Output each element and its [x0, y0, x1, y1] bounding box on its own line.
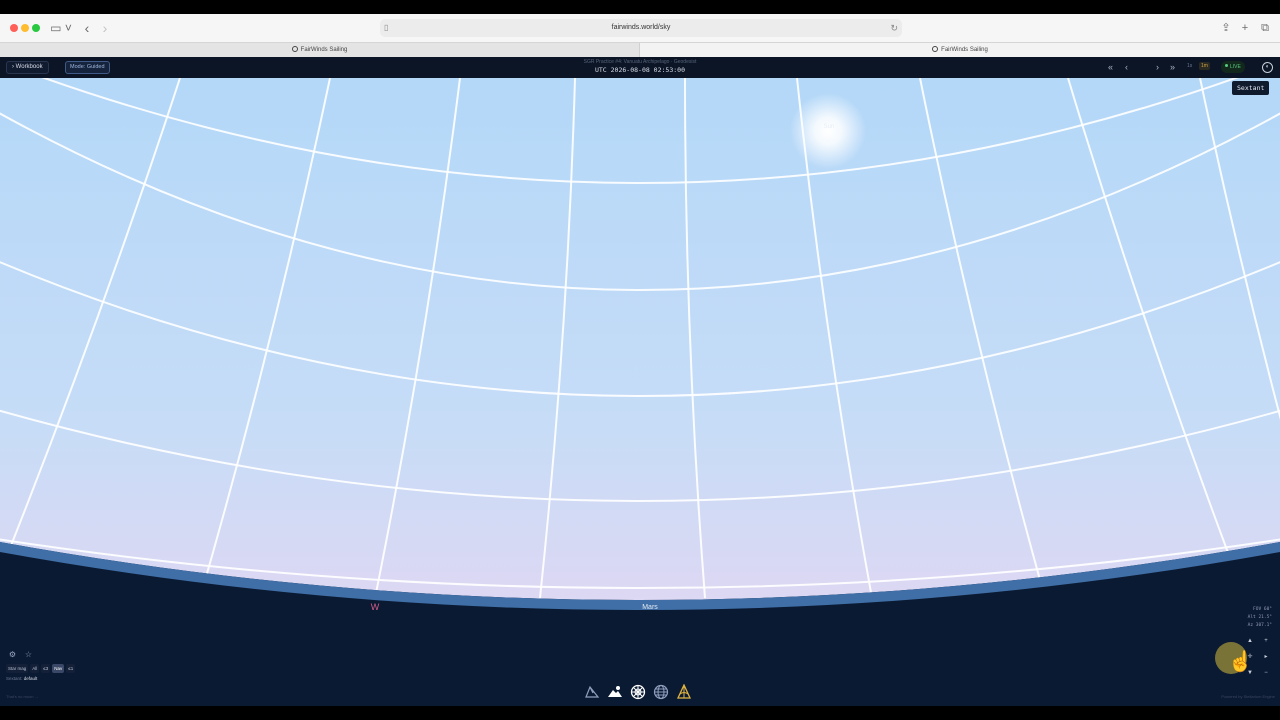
sky-view[interactable]: Sun W Mars — [0, 78, 1280, 706]
live-label: LIVE — [1230, 64, 1241, 70]
zoom-in-icon[interactable]: + — [1261, 636, 1271, 646]
session-title: SGR Practice #4: Vanuatu Archipelago · G… — [583, 59, 697, 65]
new-tab-icon[interactable]: + — [1237, 19, 1253, 37]
tab-favicon-icon — [932, 46, 939, 52]
sextant-status: Sextant: default — [6, 676, 37, 681]
clouds-icon[interactable] — [606, 684, 623, 701]
star-mag-le3[interactable]: ≤3 — [41, 664, 51, 673]
sextant-status-value: default — [23, 676, 38, 681]
zoom-window-button[interactable] — [32, 24, 40, 32]
fov-line: FOV 60° — [1253, 607, 1272, 612]
tab-overview-icon[interactable]: ⧉ — [1257, 19, 1273, 37]
sidebar-toggle-icon[interactable]: ▭ ˅ — [49, 19, 73, 37]
tab-label: FairWinds Sailing — [941, 47, 988, 53]
star-mag-all[interactable]: All — [30, 664, 40, 673]
app-topbar: › Workbook Mode: Guided SGR Practice #4:… — [0, 57, 1280, 129]
star-mag-le1[interactable]: ≤1 — [66, 664, 76, 673]
star-mag-nav[interactable]: Nav — [52, 664, 65, 673]
star-mag-label: Star mag — [6, 664, 29, 673]
url-text: fairwinds.world/sky — [611, 24, 671, 31]
pan-right-icon[interactable]: ▸ — [1261, 652, 1271, 662]
minimize-window-button[interactable] — [21, 24, 29, 32]
step-back-icon[interactable]: ‹ — [1125, 61, 1128, 74]
reload-icon[interactable]: ↻ — [890, 19, 898, 37]
bottom-toolbar — [583, 682, 698, 702]
sky-canvas[interactable]: Sun W Mars — [0, 78, 1280, 706]
favorite-star-icon[interactable]: ☆ — [23, 649, 34, 660]
tab-fairwinds-2[interactable]: FairWinds Sailing — [640, 43, 1280, 57]
tab-label: FairWinds Sailing — [300, 47, 348, 53]
step-forward-icon[interactable]: › — [1156, 61, 1159, 74]
browser-titlebar: ▭ ˅ ‹ › ▯ fairwinds.world/sky ↻ ⇪ + ⧉ — [0, 14, 1280, 42]
forward-icon[interactable]: › — [98, 19, 112, 37]
pan-up-icon[interactable]: ▲ — [1245, 636, 1255, 646]
utc-clock: UTC 2026-08-08 02:53:00 — [594, 66, 685, 74]
hint-text[interactable]: That's no moon → — [6, 694, 39, 699]
address-bar[interactable]: ▯ fairwinds.world/sky ↻ — [380, 19, 902, 37]
sun-glow — [790, 93, 866, 169]
fov-readout: FOV 60° Alt 21.5° Az 307.1° — [1236, 606, 1272, 630]
screen: ▭ ˅ ‹ › ▯ fairwinds.world/sky ↻ ⇪ + ⧉ Fa… — [0, 0, 1280, 720]
back-icon[interactable]: ‹ — [80, 19, 94, 37]
forward-fast-icon[interactable]: » — [1170, 61, 1175, 74]
workbook-button[interactable]: › Workbook — [6, 61, 49, 74]
speed-option[interactable]: 1s — [1187, 63, 1192, 69]
compass-icon[interactable]: ◐ — [1262, 62, 1273, 73]
powered-by: Powered by Stellarium Engine — [1221, 694, 1275, 699]
west-marker: W — [371, 602, 380, 612]
browser-tabbar: FairWinds Sailing FairWinds Sailing — [0, 42, 1280, 57]
sun-label: Sun — [824, 124, 835, 130]
mode-badge[interactable]: Mode: Guided — [65, 61, 110, 74]
alt-line: Alt 21.5° — [1247, 615, 1272, 620]
close-window-button[interactable] — [10, 24, 18, 32]
mars-label[interactable]: Mars — [642, 604, 658, 611]
zoom-out-icon[interactable]: − — [1261, 668, 1271, 678]
globe-icon[interactable] — [652, 684, 669, 701]
settings-gear-icon[interactable]: ⚙ — [7, 649, 18, 660]
share-icon[interactable]: ⇪ — [1218, 19, 1234, 37]
live-badge[interactable]: LIVE — [1221, 61, 1245, 73]
rewind-fast-icon[interactable]: « — [1108, 61, 1113, 74]
tab-fairwinds-1[interactable]: FairWinds Sailing — [0, 43, 640, 57]
live-dot-icon — [1225, 64, 1228, 67]
sextant-status-label: Sextant: — [6, 676, 23, 681]
az-line: Az 307.1° — [1247, 623, 1272, 628]
workbook-label: Workbook — [15, 64, 43, 70]
grid-icon[interactable] — [629, 684, 646, 701]
pointer-hand-icon: ☝ — [1228, 651, 1253, 673]
tab-favicon-icon — [291, 46, 298, 52]
sextant-button[interactable]: Sextant — [1232, 81, 1270, 95]
speed-option-active[interactable]: 1m — [1199, 62, 1210, 70]
star-magnitude-filter: Star mag All ≤3 Nav ≤1 — [6, 664, 76, 673]
constellations-icon[interactable] — [583, 684, 600, 701]
sextant-icon[interactable] — [675, 684, 692, 701]
